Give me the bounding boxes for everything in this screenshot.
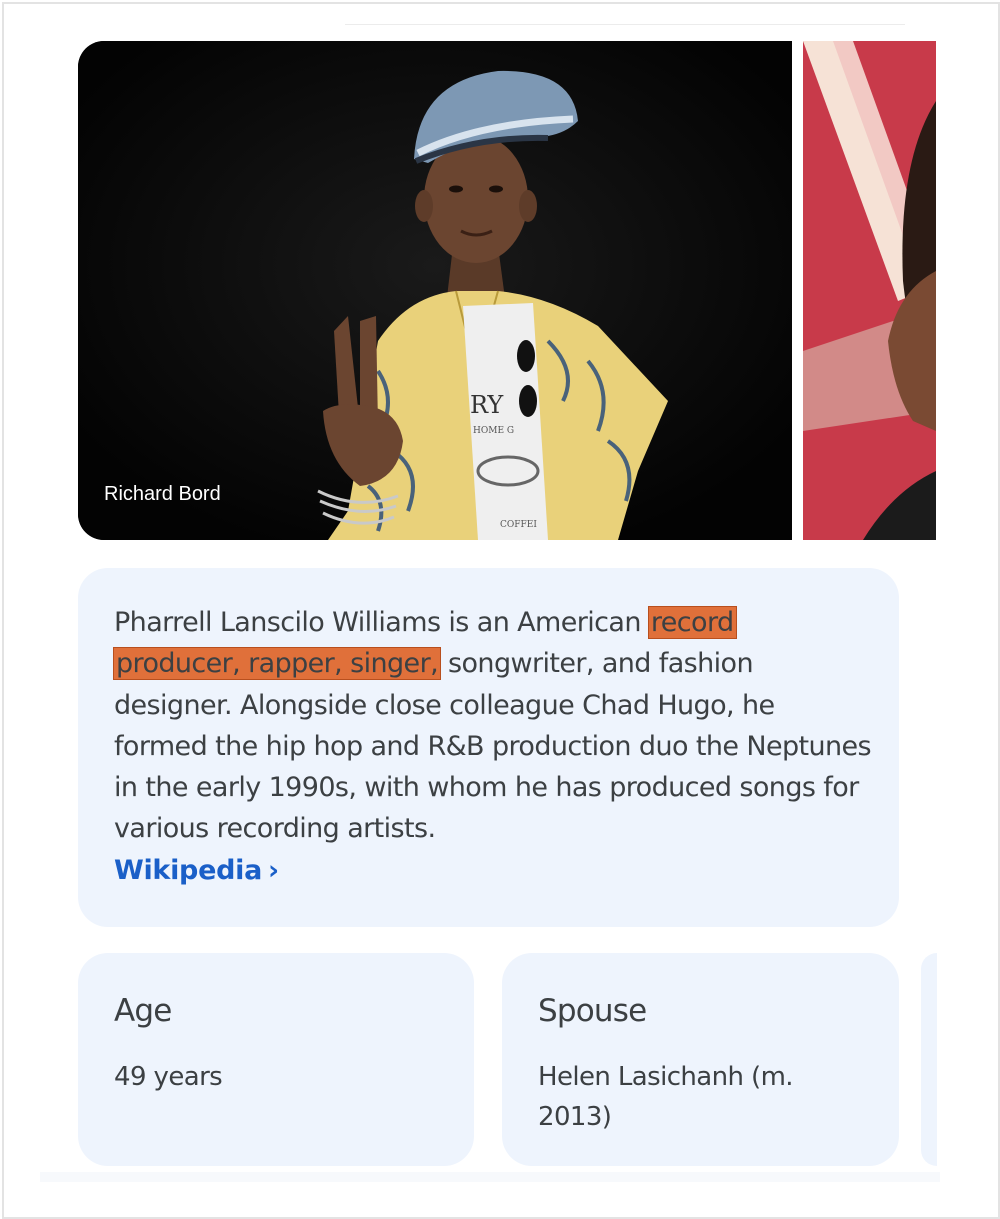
shirt-print-text: COFFEI bbox=[500, 520, 537, 530]
photo-credit: Richard Bord bbox=[104, 483, 221, 505]
highlighted-text: producer, rapper, singer, bbox=[112, 647, 442, 681]
fact-card-spouse[interactable]: Spouse Helen Lasichanh (m. 2013) bbox=[502, 953, 899, 1166]
chevron-right-icon: › bbox=[268, 854, 279, 886]
bottom-fade bbox=[40, 1172, 940, 1182]
highlighted-text: record bbox=[647, 606, 737, 639]
secondary-photo[interactable] bbox=[803, 41, 936, 540]
description-part: Pharrell Lanscilo Williams is an America… bbox=[114, 607, 649, 638]
wikipedia-link-label: Wikipedia bbox=[114, 854, 262, 886]
shirt-print-text: HOME G bbox=[473, 426, 514, 436]
person-photo-illustration: RY HOME G COFFEI bbox=[78, 41, 792, 540]
description-text: Pharrell Lanscilo Williams is an America… bbox=[112, 602, 874, 891]
fact-title: Age bbox=[114, 993, 172, 1029]
fact-title: Spouse bbox=[538, 993, 647, 1029]
fact-card-next[interactable] bbox=[921, 953, 937, 1166]
fact-value: Helen Lasichanh (m. 2013) bbox=[538, 1062, 794, 1132]
shirt-print-text: RY bbox=[470, 391, 504, 419]
main-photo[interactable]: RY HOME G COFFEI Richard Bord bbox=[78, 41, 792, 540]
divider bbox=[345, 24, 905, 25]
description-card: Pharrell Lanscilo Williams is an America… bbox=[78, 568, 899, 927]
fact-card-age[interactable]: Age 49 years bbox=[78, 953, 474, 1166]
fact-value: 49 years bbox=[114, 1062, 223, 1092]
wikipedia-link[interactable]: Wikipedia › bbox=[114, 855, 279, 886]
secondary-photo-illustration bbox=[803, 41, 936, 540]
